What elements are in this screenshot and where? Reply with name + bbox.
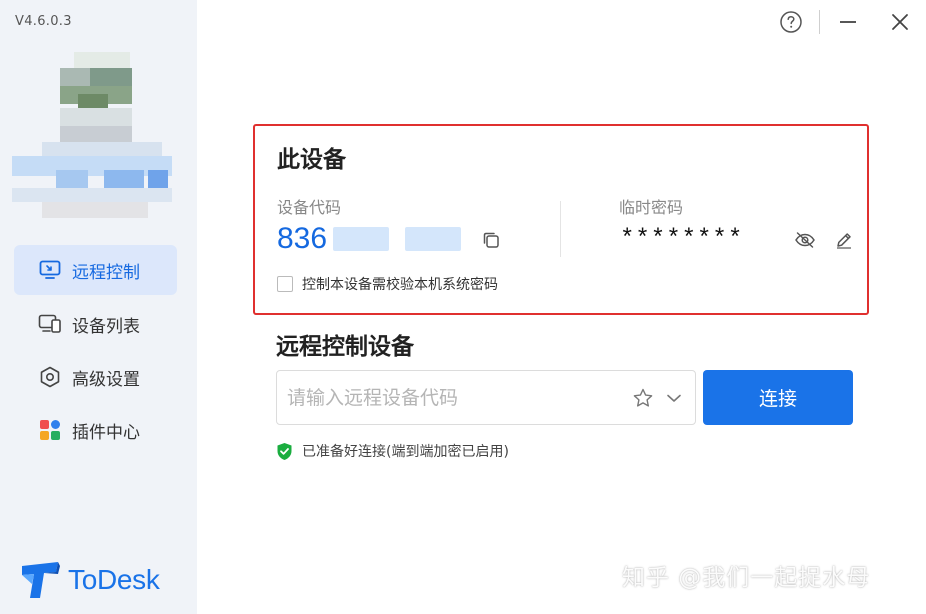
minimize-icon [840, 21, 856, 23]
monitor-remote-icon [38, 258, 62, 282]
minimize-button[interactable] [834, 8, 862, 36]
avatar[interactable] [12, 50, 172, 220]
hexagon-settings-icon [38, 365, 62, 389]
sidebar-item-label: 插件中心 [72, 422, 140, 443]
todesk-logo: ToDesk [20, 560, 160, 600]
plugins-grid-icon [38, 418, 62, 442]
card-divider [560, 201, 561, 257]
status-text: 已准备好连接(端到端加密已启用) [302, 444, 509, 460]
this-device-card: 此设备 设备代码 836 临时密码 ******** 控制本设备需校验本机系统密… [253, 124, 869, 315]
logo-text: ToDesk [68, 564, 160, 595]
devices-icon [38, 312, 62, 336]
temp-password-value: ******** [620, 226, 744, 253]
close-icon [892, 14, 908, 30]
toggle-password-visibility-button[interactable] [793, 228, 817, 252]
titlebar-divider [819, 10, 820, 34]
sidebar-item-device-list[interactable]: 设备列表 [14, 299, 177, 349]
sidebar-item-remote-control[interactable]: 远程控制 [14, 245, 177, 295]
copy-icon [483, 232, 499, 248]
sidebar: V4.6.0.3 远程控制 设备列表 高级设置 插件中心 ToDesk [0, 0, 197, 614]
device-code-label: 设备代码 [277, 198, 342, 217]
verify-system-password-option[interactable]: 控制本设备需校验本机系统密码 [277, 274, 498, 294]
sidebar-item-label: 远程控制 [72, 262, 140, 283]
shield-check-icon [277, 442, 292, 460]
remote-code-input[interactable] [287, 371, 617, 424]
todesk-window: V4.6.0.3 远程控制 设备列表 高级设置 插件中心 ToDesk 此设备 … [0, 0, 926, 614]
remote-control-title: 远程控制设备 [276, 334, 414, 360]
version-label: V4.6.0.3 [15, 14, 72, 29]
help-button[interactable] [777, 8, 805, 36]
device-code-masked [333, 227, 389, 251]
eye-off-icon [795, 232, 815, 248]
this-device-title: 此设备 [277, 147, 346, 173]
copy-code-button[interactable] [479, 228, 503, 252]
checkbox-label: 控制本设备需校验本机系统密码 [302, 277, 498, 293]
todesk-logo-icon [22, 562, 60, 598]
remote-code-input-box[interactable] [276, 370, 696, 425]
sidebar-item-label: 高级设置 [72, 369, 140, 390]
edit-password-button[interactable] [832, 228, 856, 252]
device-code-masked [405, 227, 461, 251]
history-dropdown-button[interactable] [662, 386, 686, 410]
device-code-value: 836 [277, 222, 328, 255]
sidebar-item-label: 设备列表 [72, 316, 140, 337]
favorites-button[interactable] [631, 386, 655, 410]
sidebar-item-advanced-settings[interactable]: 高级设置 [14, 352, 177, 402]
watermark: 知乎 @我们一起捉水母 [622, 565, 871, 591]
sidebar-item-plugin-center[interactable]: 插件中心 [14, 405, 177, 455]
star-icon [633, 388, 653, 407]
pencil-icon [837, 233, 851, 249]
close-button[interactable] [886, 8, 914, 36]
connect-button[interactable]: 连接 [703, 370, 853, 425]
help-circle-icon [780, 11, 802, 33]
chevron-down-icon [667, 394, 681, 402]
verify-system-password-checkbox[interactable] [277, 276, 293, 292]
connection-status: 已准备好连接(端到端加密已启用) [276, 441, 509, 461]
temp-password-label: 临时密码 [619, 198, 684, 217]
